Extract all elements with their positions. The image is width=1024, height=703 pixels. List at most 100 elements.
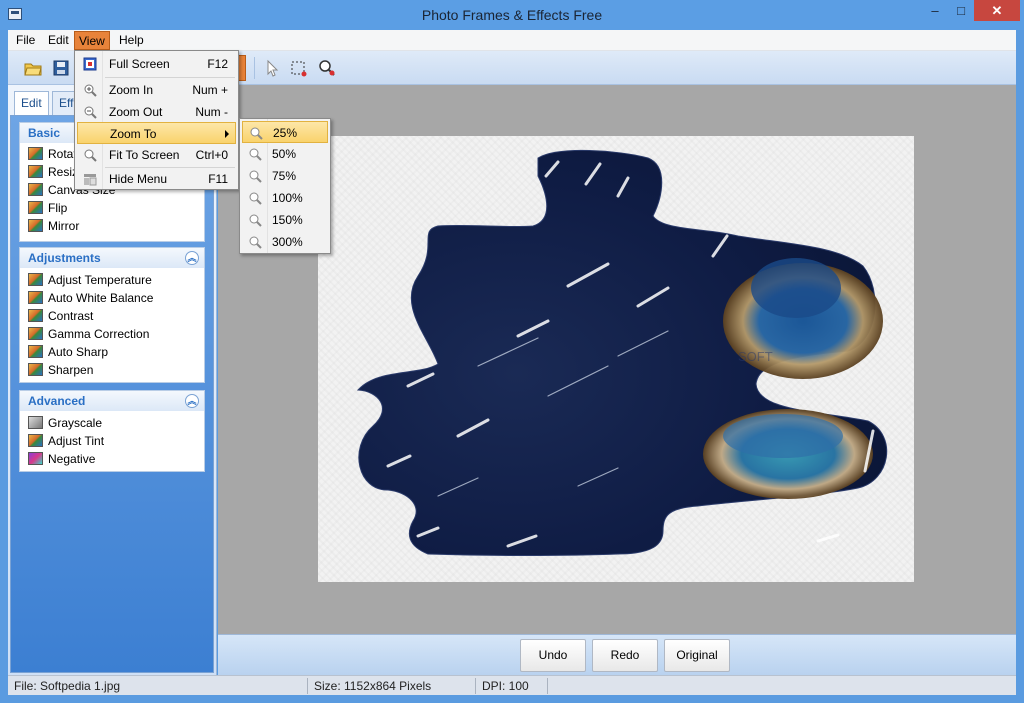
save-icon[interactable]	[52, 59, 70, 77]
group-advanced-title[interactable]: Advanced ︽	[20, 391, 204, 411]
zoom-option-label: 75%	[272, 169, 297, 183]
menu-item-shortcut: F12	[207, 57, 228, 71]
magnifier-icon	[249, 148, 262, 161]
list-item-negative[interactable]: Negative	[20, 450, 204, 468]
mirror-icon	[28, 219, 43, 232]
item-label: Negative	[48, 452, 96, 466]
status-file: File: Softpedia 1.jpg	[10, 678, 308, 694]
menu-item-zoom-in[interactable]: Zoom In Num +	[77, 79, 236, 101]
list-item-auto-white-balance[interactable]: Auto White Balance	[20, 289, 204, 307]
menu-item-shortcut: Ctrl+0	[195, 148, 228, 162]
zoom-option-label: 25%	[273, 126, 298, 140]
menu-item-fit-to-screen[interactable]: Fit To Screen Ctrl+0	[77, 144, 236, 166]
list-item-gamma-correction[interactable]: Gamma Correction	[20, 325, 204, 343]
zoom-out-icon	[84, 106, 97, 119]
menu-bar: File Edit View Help	[8, 30, 1016, 51]
open-folder-icon[interactable]	[24, 59, 42, 77]
item-label: Auto White Balance	[48, 291, 154, 305]
zoom-option-75[interactable]: 75%	[242, 165, 328, 187]
list-item-adjust-tint[interactable]: Adjust Tint	[20, 432, 204, 450]
menu-item-label: Fit To Screen	[109, 148, 180, 162]
tab-panel: Basic Rotat Resiz Canvas Size Flip Mirro…	[10, 115, 214, 673]
zoom-in-icon	[84, 84, 97, 97]
menu-item-label: Zoom To	[110, 127, 157, 141]
white-balance-icon	[28, 291, 43, 304]
collapse-chevron-icon[interactable]: ︽	[185, 394, 199, 408]
group-advanced: Advanced ︽ Grayscale Adjust Tint Negative	[19, 390, 205, 472]
group-adjustments-title[interactable]: Adjustments ︽	[20, 248, 204, 268]
item-label: Adjust Temperature	[48, 273, 152, 287]
menu-item-zoom-out[interactable]: Zoom Out Num -	[77, 101, 236, 123]
zoom-option-300[interactable]: 300%	[242, 231, 328, 253]
zoom-tool-icon[interactable]	[318, 59, 336, 77]
zoom-option-150[interactable]: 150%	[242, 209, 328, 231]
list-item-flip[interactable]: Flip	[20, 199, 204, 217]
canvas-area[interactable]: SOFT	[218, 85, 1016, 634]
list-item-adjust-temperature[interactable]: Adjust Temperature	[20, 271, 204, 289]
minimize-button[interactable]: –	[922, 0, 948, 21]
zoom-option-label: 50%	[272, 147, 297, 161]
negative-icon	[28, 452, 43, 465]
menu-item-label: Zoom Out	[109, 105, 163, 119]
zoom-option-label: 100%	[272, 191, 303, 205]
close-button[interactable]: ✕	[974, 0, 1020, 21]
temperature-icon	[28, 273, 43, 286]
menu-item-shortcut: Num -	[195, 105, 228, 119]
item-label: Auto Sharp	[48, 345, 109, 359]
original-button[interactable]: Original	[664, 639, 730, 672]
redo-button[interactable]: Redo	[592, 639, 658, 672]
item-label: Mirror	[48, 219, 80, 233]
item-label: Gamma Correction	[48, 327, 150, 341]
tint-icon	[28, 434, 43, 447]
maximize-button[interactable]: □	[948, 0, 974, 21]
canvas-size-icon	[28, 183, 43, 196]
item-label: Grayscale	[48, 416, 103, 430]
puzzle-frame-photo: SOFT	[356, 149, 888, 556]
menu-item-hide-menu[interactable]: Hide Menu F11	[77, 168, 236, 190]
pointer-icon[interactable]	[262, 59, 280, 77]
zoom-option-25[interactable]: 25%	[242, 121, 328, 143]
menu-file[interactable]: File	[12, 31, 39, 50]
menu-item-label: Zoom In	[109, 83, 154, 97]
image-canvas[interactable]: SOFT	[318, 136, 914, 582]
menu-item-zoom-to[interactable]: Zoom To	[77, 122, 236, 144]
list-item-sharpen[interactable]: Sharpen	[20, 361, 204, 379]
list-item-grayscale[interactable]: Grayscale	[20, 414, 204, 432]
list-item-contrast[interactable]: Contrast	[20, 307, 204, 325]
menu-item-label: Hide Menu	[109, 172, 168, 186]
window-bottom-frame	[0, 695, 1024, 703]
menu-item-shortcut: F11	[208, 172, 228, 186]
magnifier-icon	[249, 192, 262, 205]
tab-edit[interactable]: Edit	[14, 91, 49, 115]
zoom-option-50[interactable]: 50%	[242, 143, 328, 165]
menu-help[interactable]: Help	[115, 31, 148, 50]
menu-edit[interactable]: Edit	[44, 31, 73, 50]
list-item-auto-sharp[interactable]: Auto Sharp	[20, 343, 204, 361]
list-item-mirror[interactable]: Mirror	[20, 217, 204, 235]
magnifier-icon	[249, 236, 262, 249]
watermark-logo-text: SOFT	[738, 349, 773, 364]
zoom-option-label: 150%	[272, 213, 303, 227]
title-bar: Photo Frames & Effects Free – □ ✕	[0, 0, 1024, 30]
collapse-chevron-icon[interactable]: ︽	[185, 251, 199, 265]
magnifier-icon	[250, 127, 263, 140]
grayscale-icon	[28, 416, 43, 429]
item-label: Rotat	[48, 147, 77, 161]
auto-sharp-icon	[28, 345, 43, 358]
flip-icon	[28, 201, 43, 214]
fullscreen-icon	[83, 57, 97, 71]
menu-view[interactable]: View	[74, 31, 110, 50]
item-label: Adjust Tint	[48, 434, 105, 448]
undo-button[interactable]: Undo	[520, 639, 586, 672]
status-dpi: DPI: 100	[478, 678, 548, 694]
group-adjustments-label: Adjustments	[28, 251, 101, 265]
toolbar-divider	[254, 57, 255, 79]
selection-icon[interactable]	[290, 59, 308, 77]
item-label: Flip	[48, 201, 68, 215]
menu-item-full-screen[interactable]: Full Screen F12	[77, 53, 236, 75]
zoom-option-100[interactable]: 100%	[242, 187, 328, 209]
menu-item-label: Full Screen	[109, 57, 170, 71]
status-bar: File: Softpedia 1.jpg Size: 1152x864 Pix…	[8, 675, 1016, 695]
hide-menu-icon	[84, 174, 97, 186]
sharpen-icon	[28, 363, 43, 376]
